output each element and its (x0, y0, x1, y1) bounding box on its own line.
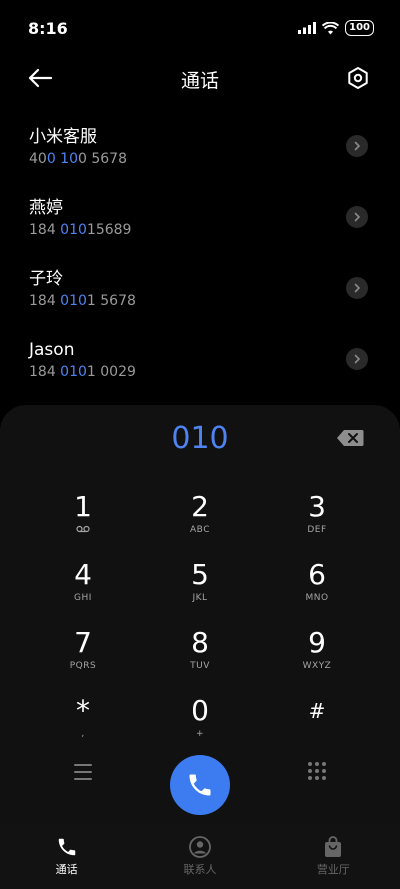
contact-detail-button[interactable] (346, 135, 368, 157)
key-0[interactable]: 0 + (150, 695, 250, 757)
contact-number: 184 01015689 (29, 221, 400, 239)
contact-item[interactable]: 小米客服 400 100 5678 (0, 112, 400, 183)
contact-name: 小米客服 (29, 127, 97, 147)
key-digit: 6 (308, 558, 326, 591)
key-letters: , (81, 729, 85, 739)
number-part: 184 (29, 222, 61, 238)
key-2[interactable]: 2 ABC (150, 491, 250, 553)
nav-item-service-hall[interactable]: 营业厅 (267, 825, 400, 889)
key-5[interactable]: 5 JKL (150, 559, 250, 621)
key-letters: + (195, 729, 205, 739)
settings-button[interactable] (342, 62, 374, 94)
contact-detail-button[interactable] (346, 206, 368, 228)
person-icon (189, 836, 211, 858)
nav-label: 营业厅 (316, 863, 350, 876)
number-match: 010 (60, 222, 87, 238)
contact-name: Jason (29, 340, 75, 360)
key-digit: 2 (191, 490, 209, 523)
number-part: 1 5678 (86, 293, 136, 309)
number-match: 010 (60, 293, 87, 309)
number-part: 1 0029 (86, 364, 136, 380)
status-bar: 8:16 100 (0, 0, 400, 56)
key-digit: * (76, 694, 90, 727)
page-title: 通话 (180, 70, 219, 92)
key-digit: 3 (308, 490, 326, 523)
chevron-right-icon (354, 212, 361, 222)
key-digit: 5 (191, 558, 209, 591)
menu-icon (74, 771, 92, 773)
key-hash[interactable]: # (267, 695, 367, 757)
key-digit: 4 (74, 558, 92, 591)
key-star[interactable]: * , (33, 695, 133, 757)
dialpad-grid-icon[interactable] (307, 761, 327, 781)
contact-name: 子玲 (29, 269, 63, 289)
status-icons: 100 (298, 20, 374, 36)
key-digit: # (308, 699, 326, 723)
key-digit: 7 (74, 626, 92, 659)
menu-button[interactable] (70, 761, 96, 783)
bottom-navigation: 通话 联系人 营业厅 (0, 825, 400, 889)
menu-icon (74, 764, 92, 766)
key-9[interactable]: 9 WXYZ (267, 627, 367, 689)
call-button[interactable] (170, 755, 230, 815)
contact-item[interactable]: 子玲 184 0101 5678 (0, 254, 400, 325)
backspace-icon[interactable] (336, 429, 364, 447)
status-time: 8:16 (28, 19, 68, 38)
number-part: 15689 (86, 222, 132, 238)
contact-number: 184 0101 0029 (29, 363, 400, 381)
key-letters: JKL (192, 593, 208, 603)
nav-item-calls[interactable]: 通话 (0, 825, 133, 889)
nav-item-contacts[interactable]: 联系人 (133, 825, 266, 889)
key-6[interactable]: 6 MNO (267, 559, 367, 621)
key-letters: ABC (190, 525, 210, 535)
key-letters: GHI (74, 593, 92, 603)
contact-detail-button[interactable] (346, 277, 368, 299)
key-4[interactable]: 4 GHI (33, 559, 133, 621)
signal-icon (298, 22, 317, 34)
bag-icon (325, 836, 342, 857)
number-part: 0 5678 (78, 151, 127, 167)
chevron-right-icon (354, 354, 361, 364)
key-digit: 8 (191, 626, 209, 659)
key-3[interactable]: 3 DEF (267, 491, 367, 553)
chevron-right-icon (354, 283, 361, 293)
dialpad-panel: 010 1 2 ABC 3 DEF 4 GHI 5 JKL 6 MNO 7 PQ… (0, 405, 400, 825)
menu-icon (74, 778, 92, 780)
key-7[interactable]: 7 PQRS (33, 627, 133, 689)
key-8[interactable]: 8 TUV (150, 627, 250, 689)
contact-name: 燕婷 (29, 198, 63, 218)
nav-label: 联系人 (183, 863, 217, 876)
gear-icon (348, 67, 368, 89)
number-part: 40 (29, 151, 47, 167)
number-part: 184 (29, 364, 61, 380)
key-letters: PQRS (69, 661, 97, 671)
phone-icon (58, 838, 75, 856)
key-letters: WXYZ (302, 661, 332, 671)
nav-label: 通话 (55, 863, 78, 876)
contact-number: 400 100 5678 (29, 150, 400, 168)
wifi-icon (322, 21, 340, 34)
key-digit: 0 (191, 694, 209, 727)
contact-item[interactable]: 燕婷 184 01015689 (0, 183, 400, 254)
phone-icon (189, 774, 211, 796)
contact-number: 184 0101 5678 (29, 292, 400, 310)
key-letters: DEF (307, 525, 327, 535)
key-digit: 1 (74, 490, 92, 523)
contact-item[interactable]: Jason 184 0101 0029 (0, 325, 400, 396)
contact-suggestions: 小米客服 400 100 5678 燕婷 184 01015689 子玲 184… (0, 112, 400, 396)
key-1[interactable]: 1 (33, 491, 133, 553)
header: 通话 (0, 60, 400, 100)
contact-detail-button[interactable] (346, 348, 368, 370)
number-part: 184 (29, 293, 61, 309)
number-match: 0 10 (46, 151, 78, 167)
key-digit: 9 (308, 626, 326, 659)
number-match: 010 (60, 364, 87, 380)
key-letters: TUV (190, 661, 210, 671)
voicemail-icon (33, 525, 133, 536)
battery-indicator: 100 (345, 20, 374, 36)
chevron-right-icon (354, 141, 361, 151)
key-letters: MNO (305, 593, 329, 603)
